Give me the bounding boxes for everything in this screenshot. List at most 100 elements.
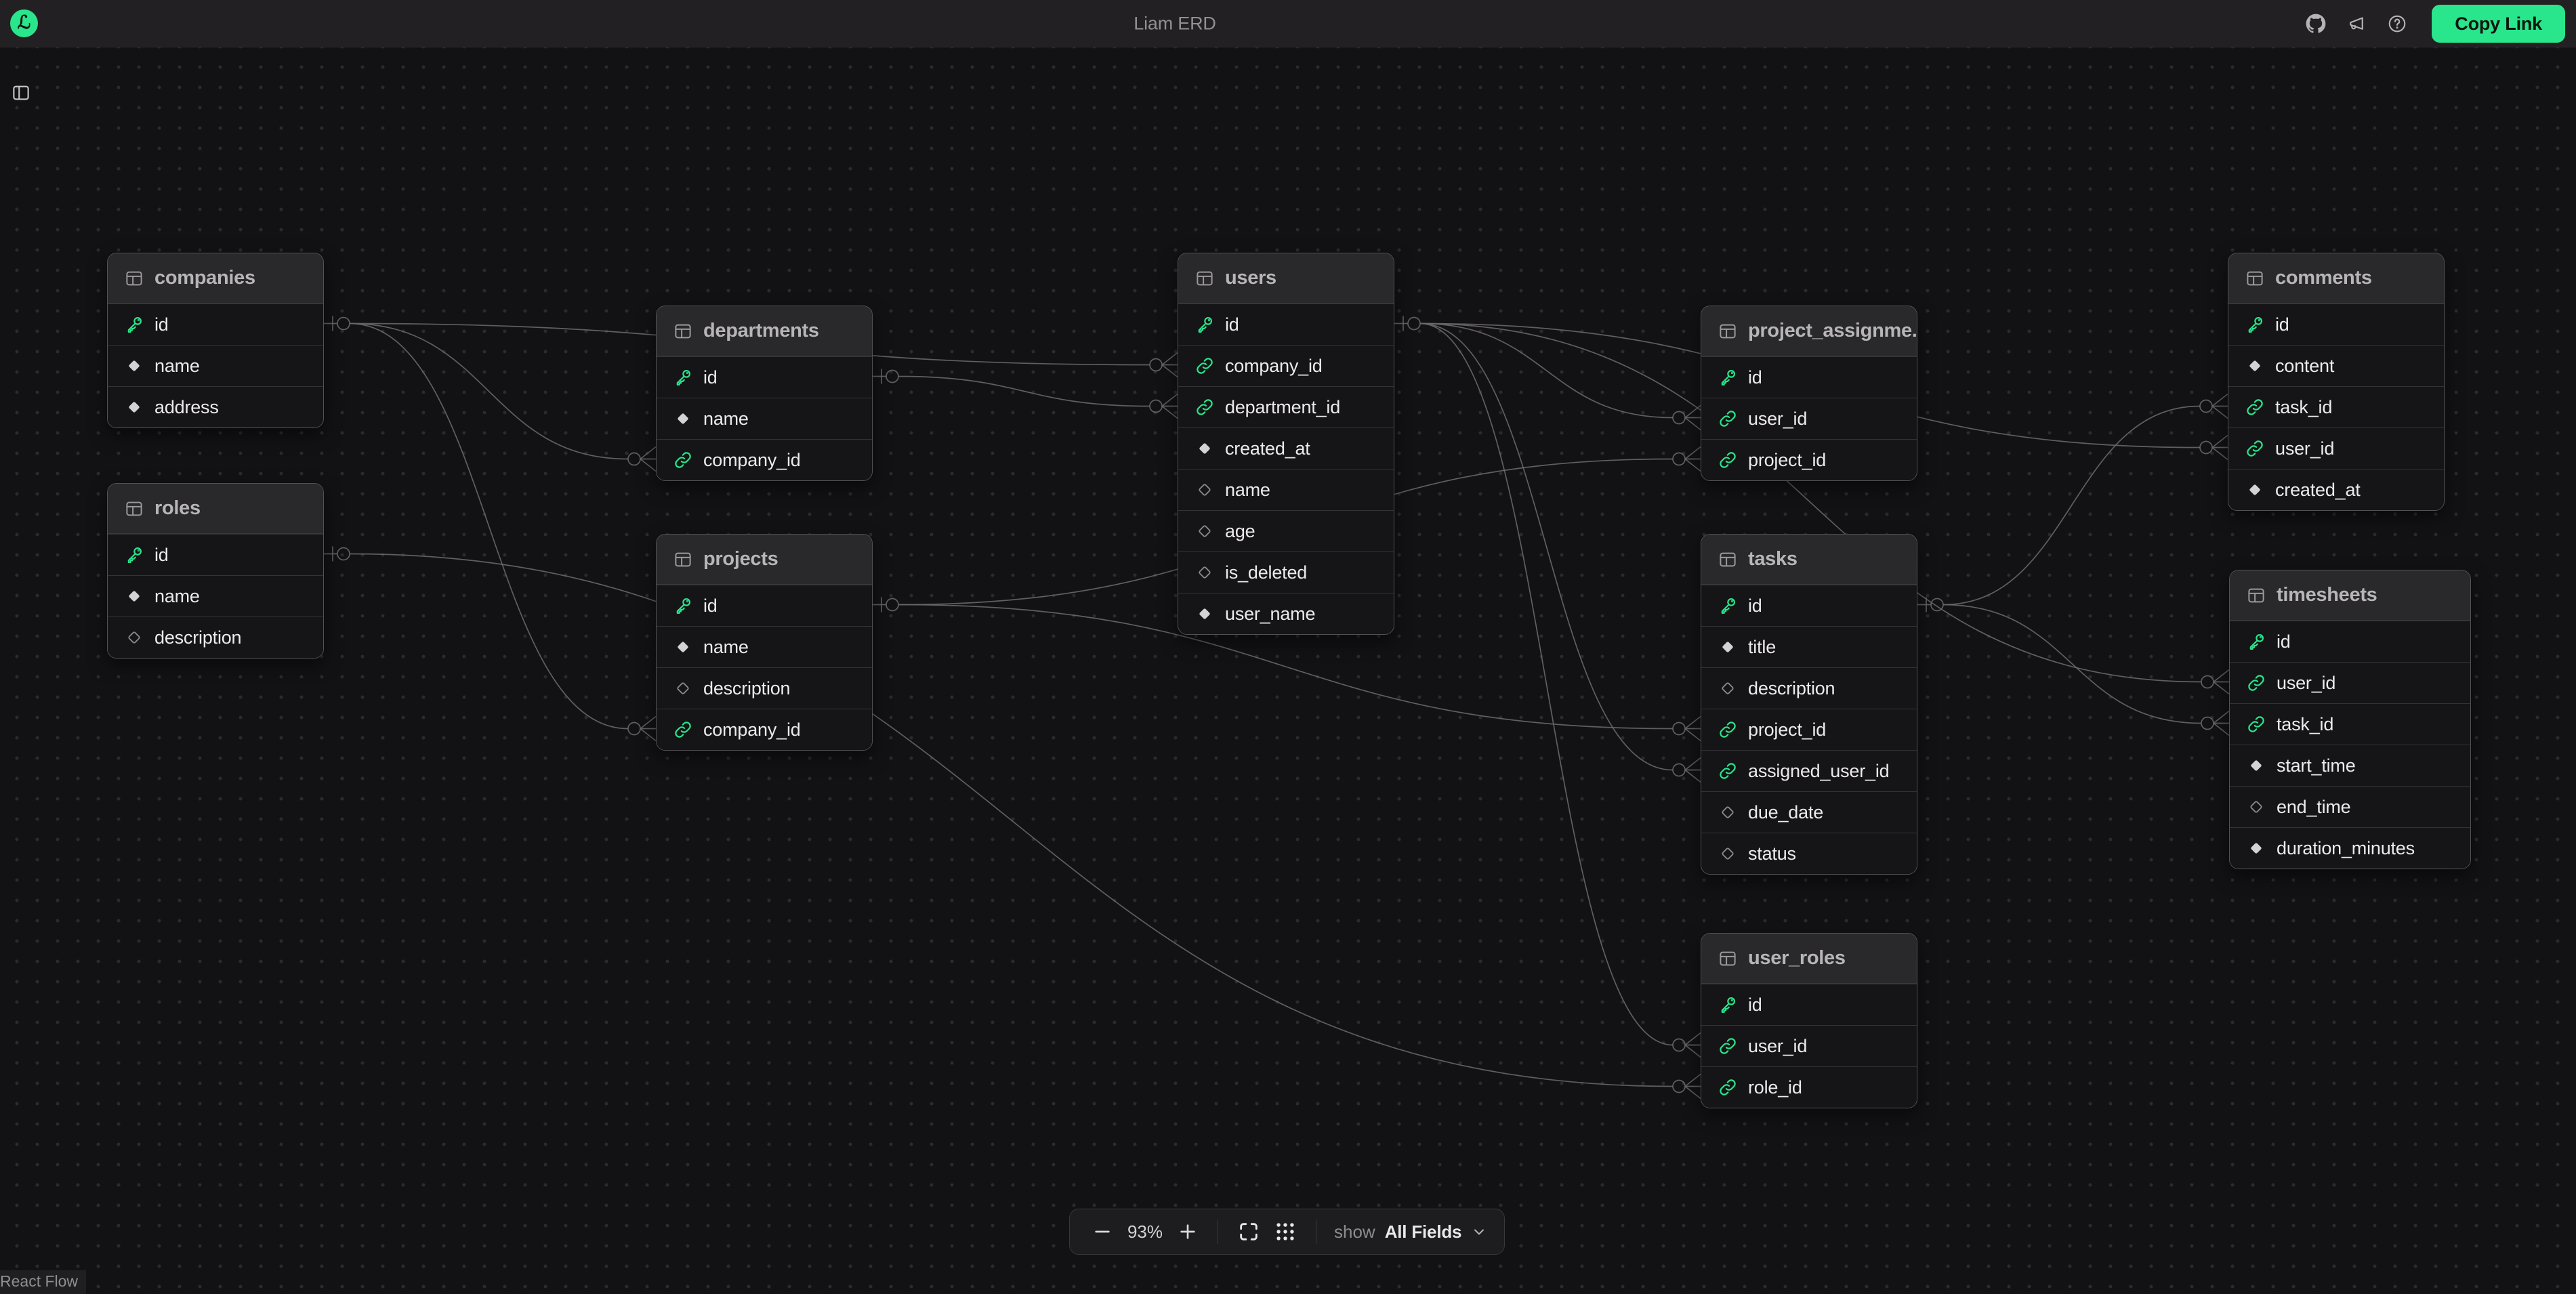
sidebar-toggle-button[interactable] (11, 83, 31, 103)
column-row-comments-created_at[interactable]: created_at (2228, 469, 2444, 510)
zoom-in-button[interactable] (1170, 1221, 1205, 1243)
table-header-project_assignments[interactable]: project_assignme... (1701, 306, 1917, 356)
column-row-tasks-title[interactable]: title (1701, 626, 1917, 667)
foreign-key-icon (1718, 719, 1738, 740)
column-row-tasks-id[interactable]: id (1701, 585, 1917, 626)
table-node-project_assignments[interactable]: project_assignme...id user_id project_id (1701, 306, 1917, 481)
primary-key-icon (673, 367, 693, 388)
table-icon (1718, 549, 1738, 570)
column-row-timesheets-duration_minutes[interactable]: duration_minutes (2230, 827, 2470, 869)
react-flow-attribution[interactable]: React Flow (0, 1270, 86, 1294)
topbar-actions: Copy Link (2306, 0, 2565, 47)
table-node-departments[interactable]: departmentsidnamecompany_id (656, 306, 873, 481)
github-button[interactable] (2306, 14, 2326, 34)
help-button[interactable] (2387, 14, 2407, 34)
table-icon (1718, 321, 1738, 341)
column-name: id (154, 314, 169, 335)
table-header-users[interactable]: users (1178, 253, 1394, 304)
table-node-timesheets[interactable]: timesheets id user_idtask_idstart_timeend_… (2229, 570, 2471, 869)
column-name: assigned_user_id (1748, 761, 1889, 782)
column-row-roles-name[interactable]: name (108, 575, 323, 617)
fit-view-button[interactable] (1230, 1220, 1267, 1243)
table-header-timesheets[interactable]: timesheets (2230, 570, 2470, 621)
column-row-roles-id[interactable]: id (108, 534, 323, 575)
column-row-companies-id[interactable]: id (108, 304, 323, 345)
column-row-timesheets-end_time[interactable]: end_time (2230, 786, 2470, 827)
table-header-tasks[interactable]: tasks (1701, 535, 1917, 585)
column-row-project_assignments-project_id[interactable]: project_id (1701, 439, 1917, 480)
table-node-user_roles[interactable]: user_rolesiduser_id role_id (1701, 933, 1917, 1108)
table-node-roles[interactable]: rolesidnamedescription (107, 483, 324, 659)
column-row-roles-description[interactable]: description (108, 617, 323, 658)
column-name: company_id (703, 719, 801, 740)
table-header-comments[interactable]: comments (2228, 253, 2444, 304)
column-row-tasks-description[interactable]: description (1701, 667, 1917, 709)
table-node-companies[interactable]: companies id nameaddress (107, 253, 324, 428)
table-icon (1718, 948, 1738, 969)
table-node-comments[interactable]: comments id contenttask_iduser_idcreated_a… (2228, 253, 2445, 511)
liam-erd-app: companiesidnameaddressrolesidnamedescrip… (0, 0, 2576, 1294)
column-row-departments-id[interactable]: id (657, 356, 872, 398)
column-row-users-name[interactable]: name (1178, 469, 1394, 510)
column-row-departments-company_id[interactable]: company_id (657, 439, 872, 480)
liam-logo[interactable]: ℒ (10, 9, 38, 37)
table-node-users[interactable]: usersid company_id department_idcreated_at… (1178, 253, 1394, 635)
copy-link-button[interactable]: Copy Link (2432, 5, 2565, 43)
table-node-tasks[interactable]: tasksidtitledescriptionproject_idassigne… (1701, 534, 1917, 875)
column-row-user_roles-role_id[interactable]: role_id (1701, 1066, 1917, 1108)
column-row-project_assignments-id[interactable]: id (1701, 356, 1917, 398)
column-row-tasks-status[interactable]: status (1701, 833, 1917, 874)
column-row-tasks-project_id[interactable]: project_id (1701, 709, 1917, 750)
column-row-timesheets-id[interactable]: id (2230, 621, 2470, 662)
column-name: id (1748, 367, 1762, 388)
column-name: id (703, 596, 718, 617)
fields-dropdown[interactable]: All Fields (1385, 1222, 1488, 1243)
column-row-comments-content[interactable]: content (2228, 345, 2444, 386)
column-row-users-id[interactable]: id (1178, 304, 1394, 345)
column-row-departments-name[interactable]: name (657, 398, 872, 439)
nullable-diamond-icon (2246, 797, 2266, 817)
column-row-companies-address[interactable]: address (108, 386, 323, 427)
column-row-user_roles-id[interactable]: id (1701, 984, 1917, 1025)
table-header-user_roles[interactable]: user_roles (1701, 934, 1917, 984)
column-name: company_id (1225, 356, 1323, 377)
column-row-project_assignments-user_id[interactable]: user_id (1701, 398, 1917, 439)
column-row-users-company_id[interactable]: company_id (1178, 345, 1394, 386)
not-null-diamond-icon (124, 356, 144, 376)
column-name: id (2277, 631, 2291, 652)
column-row-tasks-due_date[interactable]: due_date (1701, 791, 1917, 833)
table-header-projects[interactable]: projects (657, 535, 872, 585)
column-row-tasks-assigned_user_id[interactable]: assigned_user_id (1701, 750, 1917, 791)
column-row-users-created_at[interactable]: created_at (1178, 427, 1394, 469)
column-name: role_id (1748, 1077, 1802, 1098)
column-row-comments-id[interactable]: id (2228, 304, 2444, 345)
table-header-roles[interactable]: roles (108, 484, 323, 534)
column-row-companies-name[interactable]: name (108, 345, 323, 386)
tidy-up-button[interactable] (1267, 1220, 1304, 1243)
column-row-user_roles-user_id[interactable]: user_id (1701, 1025, 1917, 1066)
column-row-projects-description[interactable]: description (657, 667, 872, 709)
tidy-up-grid-icon (1274, 1220, 1297, 1243)
column-row-comments-user_id[interactable]: user_id (2228, 427, 2444, 469)
column-row-timesheets-user_id[interactable]: user_id (2230, 662, 2470, 703)
column-row-projects-name[interactable]: name (657, 626, 872, 667)
announcements-button[interactable] (2346, 14, 2367, 34)
column-row-timesheets-start_time[interactable]: start_time (2230, 745, 2470, 786)
zoom-out-button[interactable] (1085, 1221, 1120, 1243)
column-row-comments-task_id[interactable]: task_id (2228, 386, 2444, 427)
foreign-key-icon (2245, 397, 2265, 417)
table-header-departments[interactable]: departments (657, 306, 872, 356)
column-row-projects-id[interactable]: id (657, 585, 872, 626)
foreign-key-icon (1718, 450, 1738, 470)
nullable-diamond-icon (1194, 562, 1215, 583)
column-row-timesheets-task_id[interactable]: task_id (2230, 703, 2470, 745)
column-name: id (2275, 314, 2289, 335)
column-row-projects-company_id[interactable]: company_id (657, 709, 872, 750)
column-row-users-user_name[interactable]: user_name (1178, 593, 1394, 634)
column-row-users-department_id[interactable]: department_id (1178, 386, 1394, 427)
table-header-companies[interactable]: companies (108, 253, 323, 304)
column-row-users-is_deleted[interactable]: is_deleted (1178, 551, 1394, 593)
table-node-projects[interactable]: projects id namedescription company_id (656, 534, 873, 751)
column-name: user_id (1748, 409, 1807, 430)
column-row-users-age[interactable]: age (1178, 510, 1394, 551)
